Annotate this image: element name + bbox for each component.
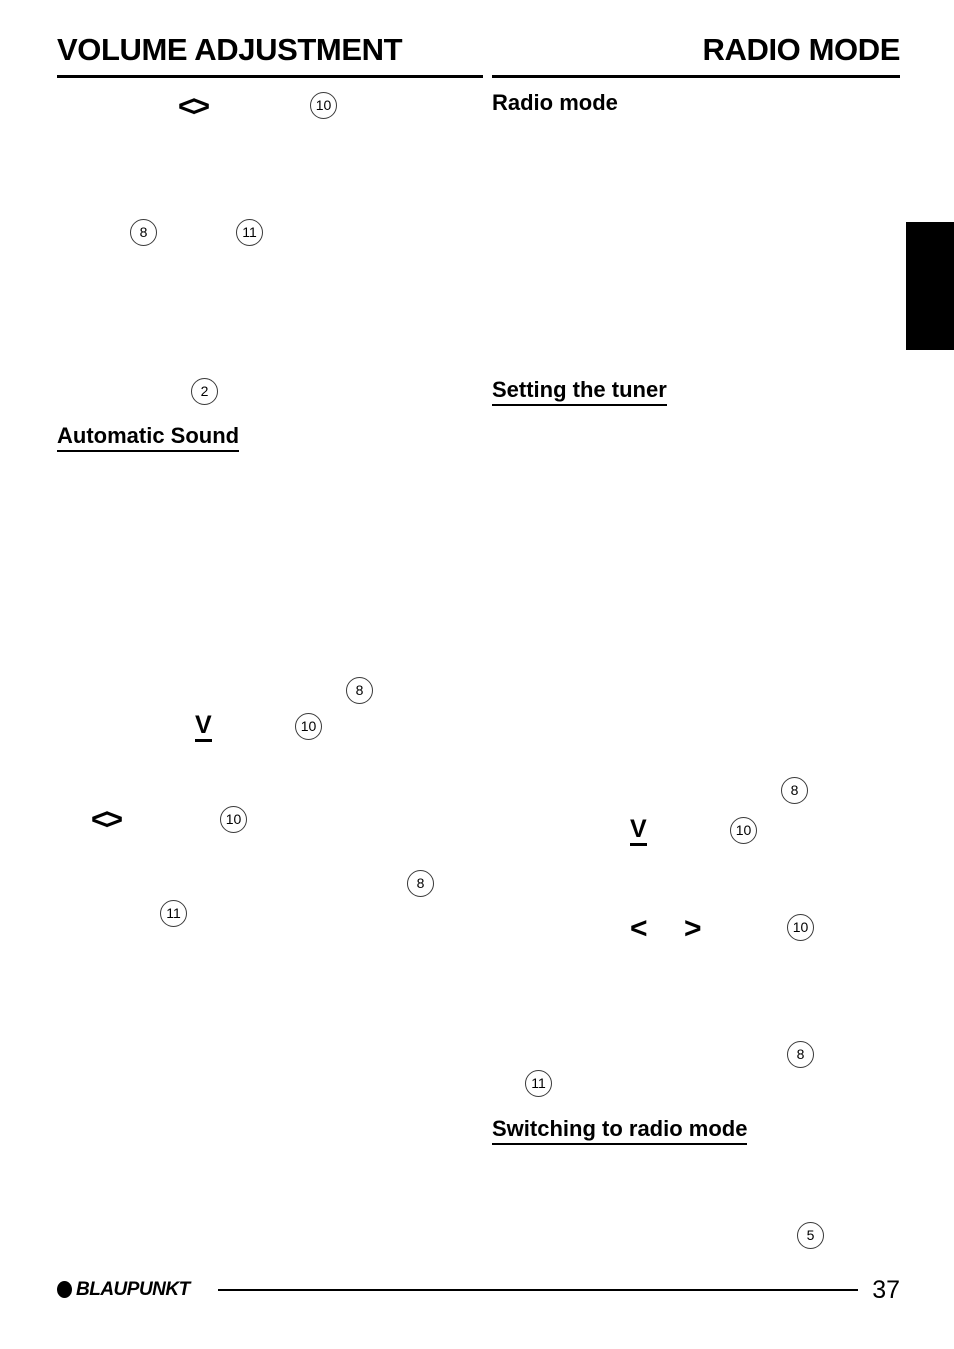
callout-number: 5 [797, 1222, 824, 1249]
callout-number: 10 [295, 713, 322, 740]
brand-wordmark: BLAUPUNKT [76, 1278, 190, 1300]
chevron-right-icon: > [684, 912, 702, 945]
chevron-pair-icon: <> [91, 803, 123, 836]
callout-number: 8 [346, 677, 373, 704]
callout-number: 11 [525, 1070, 552, 1097]
callout-number: 10 [787, 914, 814, 941]
heading-switching-to-radio-mode: Switching to radio mode [492, 1118, 748, 1145]
callout-number: 8 [787, 1041, 814, 1068]
callout-number: 10 [310, 92, 337, 119]
page-header-left-title: VOLUME ADJUSTMENT [57, 32, 403, 67]
manual-page: VOLUME ADJUSTMENT RADIO MODE <> 10 8 11 … [0, 0, 954, 1349]
callout-number: 11 [160, 900, 187, 927]
callout-number: 8 [781, 777, 808, 804]
filled-ellipse-icon [57, 1280, 72, 1298]
brand-logo: BLAUPUNKT [57, 1278, 190, 1300]
callout-number: 10 [730, 817, 757, 844]
chevron-left-icon: < [630, 912, 648, 945]
down-chevron-underlined-icon: V [195, 713, 212, 742]
callout-number: 8 [130, 219, 157, 246]
page-header-right-title: RADIO MODE [702, 32, 900, 67]
heading-setting-the-tuner: Setting the tuner [492, 379, 667, 406]
callout-number: 10 [220, 806, 247, 833]
down-chevron-underlined-icon: V [630, 817, 647, 846]
heading-radio-mode: Radio mode [492, 90, 618, 115]
callout-number: 8 [407, 870, 434, 897]
chevron-pair-icon: <> [178, 90, 210, 123]
page-number: 37 [872, 1276, 900, 1304]
header-rule-right [492, 75, 900, 78]
footer-rule [218, 1289, 858, 1291]
callout-number: 2 [191, 378, 218, 405]
callout-number: 11 [236, 219, 263, 246]
header-rule-left [57, 75, 483, 78]
section-edge-tab [906, 222, 954, 350]
heading-automatic-sound: Automatic Sound [57, 425, 240, 452]
